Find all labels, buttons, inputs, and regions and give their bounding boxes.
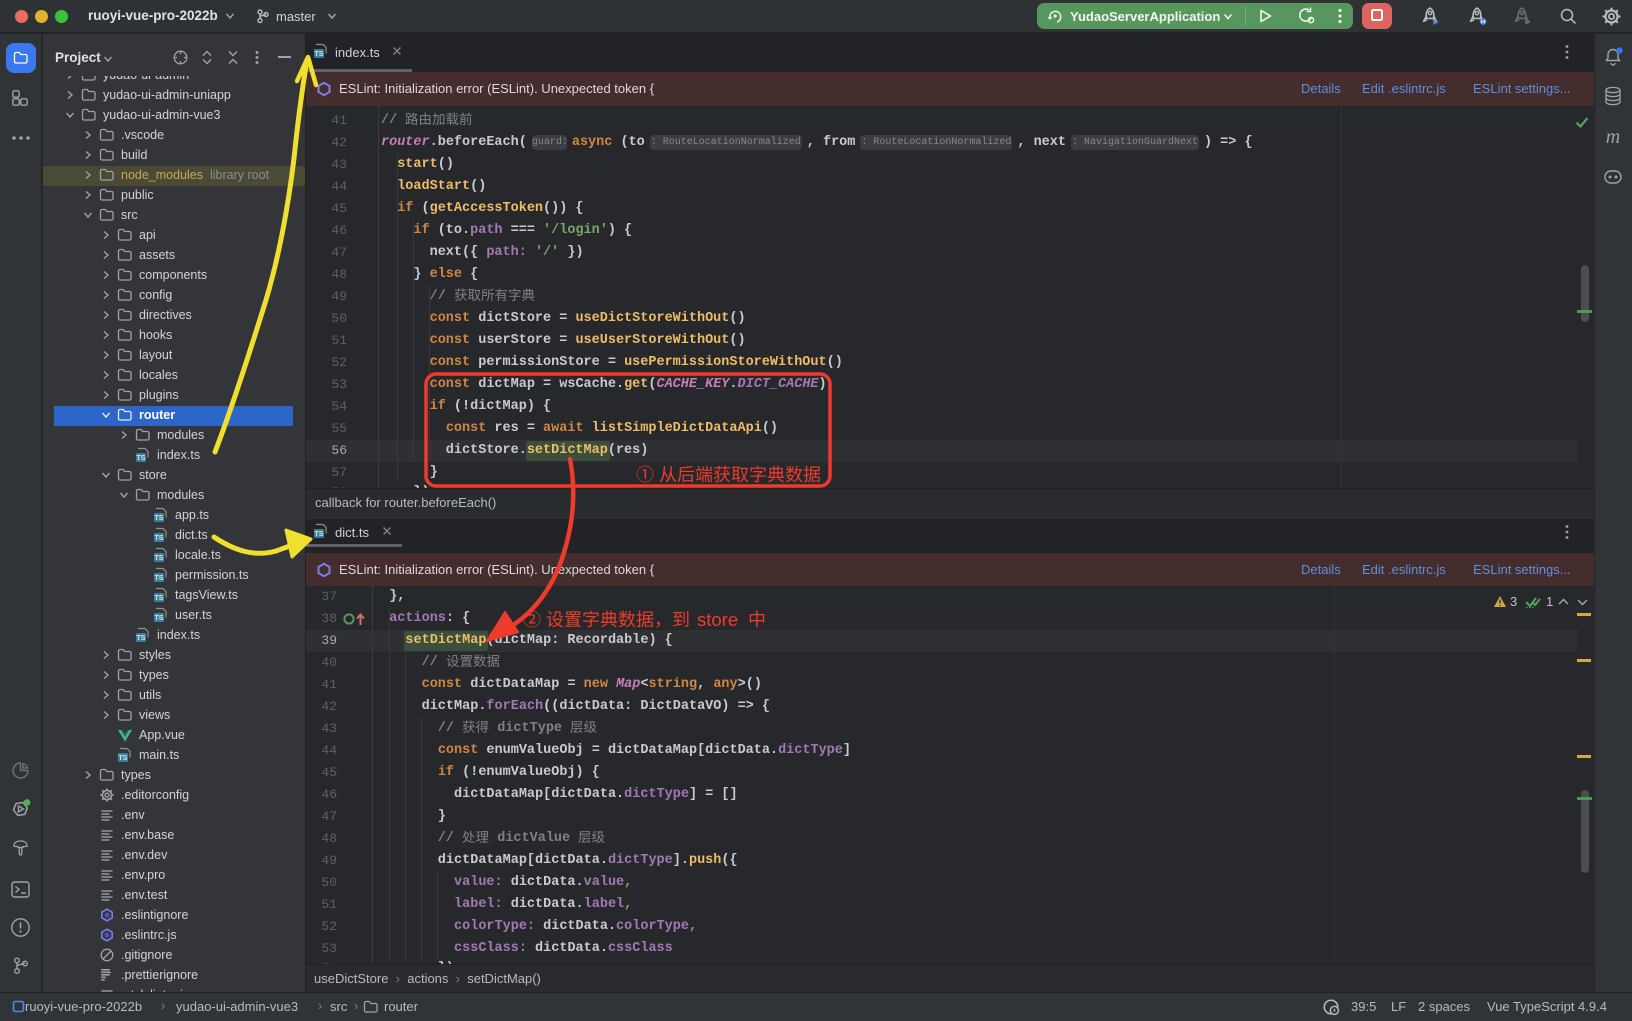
svg-text:TS: TS [315,531,324,538]
svg-text:TS: TS [155,535,164,542]
svg-text:TS: TS [155,575,164,582]
svg-text:TS: TS [137,635,146,642]
svg-text:TS: TS [119,755,128,762]
svg-text:TS: TS [155,595,164,602]
svg-text:TS: TS [315,51,324,58]
svg-text:TS: TS [155,515,164,522]
svg-text:TS: TS [137,455,146,462]
svg-text:TS: TS [155,615,164,622]
svg-text:TS: TS [155,555,164,562]
